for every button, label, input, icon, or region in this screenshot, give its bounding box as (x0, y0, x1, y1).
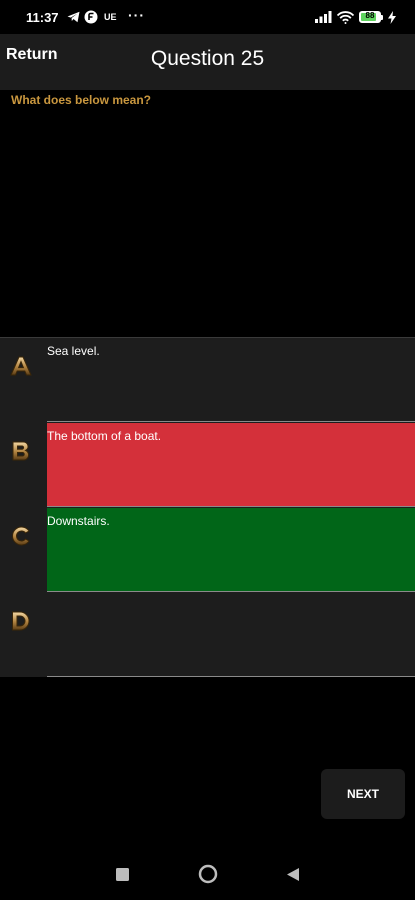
charging-icon (387, 10, 396, 24)
answer-box-c: Downstairs. (47, 508, 415, 592)
system-nav-bar (0, 848, 415, 900)
answer-text-c: Downstairs. (47, 514, 110, 528)
question-media-area (0, 112, 415, 336)
answer-box-d (47, 593, 415, 677)
question-prompt: What does below mean? (11, 93, 152, 107)
status-bar: 11:37 UE ··· 88 (0, 0, 415, 34)
letter-d-icon (8, 608, 34, 634)
answer-option-a[interactable]: Sea level. (0, 338, 415, 423)
more-notifications-icon: ··· (128, 7, 145, 23)
answer-option-d[interactable] (0, 593, 415, 678)
home-icon[interactable] (198, 864, 218, 884)
status-time: 11:37 (26, 10, 59, 25)
battery-tip (381, 15, 383, 20)
battery-icon: 88 (359, 11, 381, 23)
telegram-icon (66, 10, 80, 24)
answer-text-a: Sea level. (47, 344, 100, 358)
letter-b-icon (8, 438, 34, 464)
carrier-tag: UE (104, 12, 117, 22)
recent-apps-icon[interactable] (112, 864, 132, 884)
answer-option-b[interactable]: The bottom of a boat. (0, 423, 415, 508)
wifi-icon (336, 10, 354, 24)
signal-icon (314, 10, 332, 24)
letter-c-icon (8, 523, 34, 549)
next-button[interactable]: NEXT (321, 769, 405, 819)
answer-box-b: The bottom of a boat. (47, 423, 415, 507)
app-badge-icon (84, 10, 98, 24)
answers-panel: Sea level. The bottom of a boat. Downsta… (0, 337, 415, 677)
page-title: Question 25 (150, 47, 265, 70)
answer-option-c[interactable]: Downstairs. (0, 508, 415, 593)
answer-text-b: The bottom of a boat. (47, 429, 162, 443)
back-icon[interactable] (283, 864, 303, 884)
battery-level: 88 (365, 11, 375, 20)
letter-a-icon (8, 353, 34, 379)
answer-box-a: Sea level. (47, 338, 415, 422)
toolbar: Return Question 25 (0, 34, 415, 90)
